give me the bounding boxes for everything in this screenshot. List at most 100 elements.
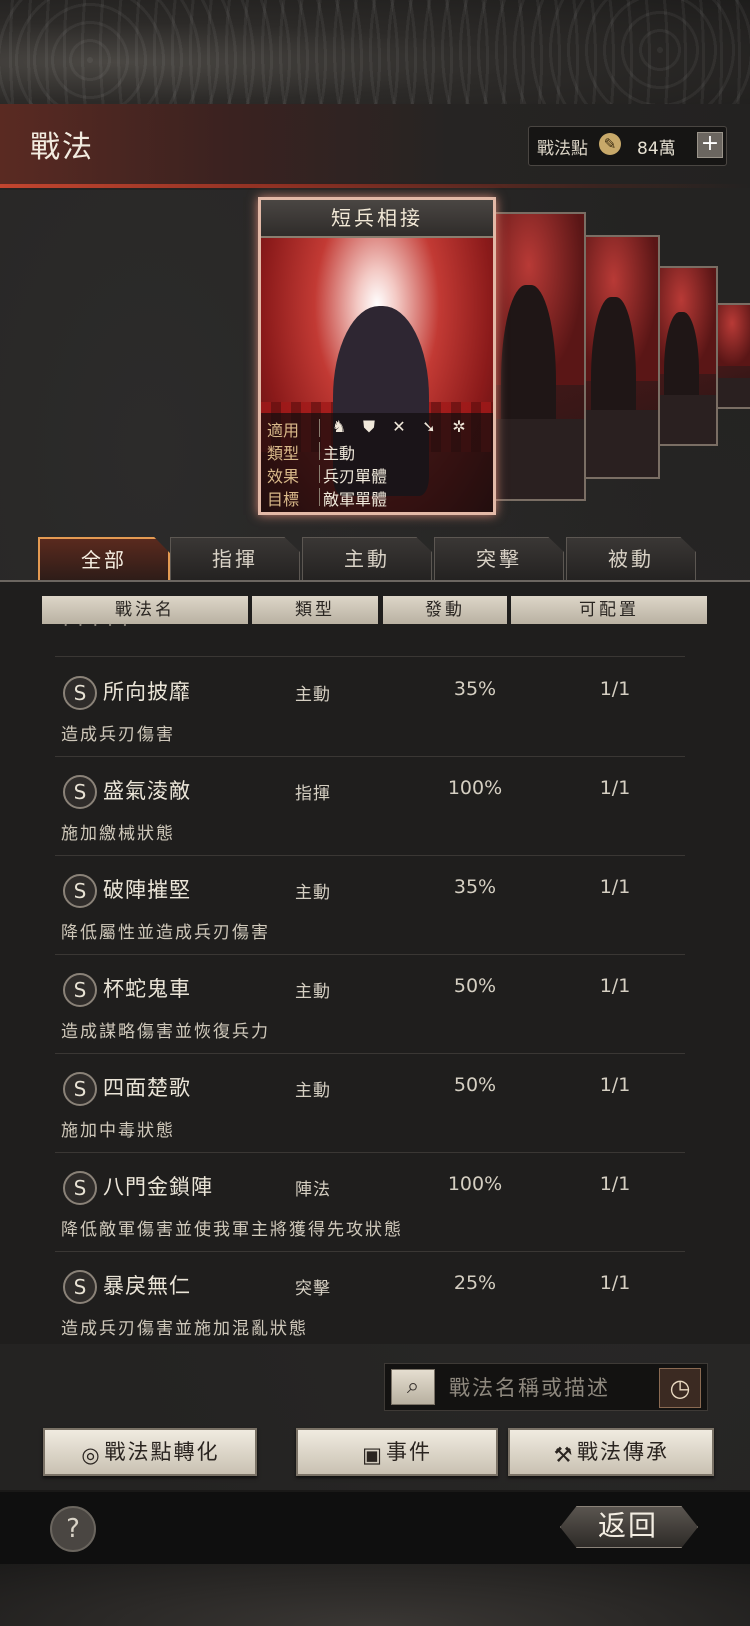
tactic-rate: 50% xyxy=(453,975,497,997)
search-icon[interactable]: ⌕ xyxy=(391,1369,435,1405)
spear-icon: ➘ xyxy=(422,417,436,436)
search-input[interactable] xyxy=(447,1370,647,1406)
card-preview-4[interactable] xyxy=(714,303,750,409)
card-title-bar: 短兵相接 xyxy=(261,200,493,238)
column-header-type[interactable]: 類型 xyxy=(252,596,378,624)
tactic-desc: 造成兵刃傷害並施加混亂狀態 xyxy=(61,1319,308,1339)
tactic-rate: 100% xyxy=(447,777,503,799)
list-item[interactable]: S 八門金鎖陣 陣法 100% 1/1 降低敵軍傷害並使我軍主將獲得先攻狀態 xyxy=(55,1155,685,1252)
tactic-slots: 1/1 xyxy=(599,1074,631,1096)
bottom-decor-band xyxy=(0,1564,750,1626)
tactic-desc: 施加繳械狀態 xyxy=(61,824,175,844)
tab-assault[interactable]: 突擊 xyxy=(434,537,564,580)
target-label: 目標 xyxy=(267,490,300,509)
grade-badge: S xyxy=(63,775,97,809)
card-preview-2[interactable] xyxy=(582,235,660,479)
tactic-name: 八門金鎖陣 xyxy=(103,1175,213,1199)
cavalry-icon: ♞ xyxy=(331,417,347,436)
tactic-name: 盛氣淩敵 xyxy=(103,779,191,803)
back-button[interactable]: 返回 xyxy=(560,1500,698,1554)
card-applicable-row: 適用 ♞ ⛊ ✕ ➘ ✲ xyxy=(267,417,466,440)
page-title: 戰法 xyxy=(30,130,94,165)
grade-badge: S xyxy=(63,973,97,1007)
inherit-button[interactable]: ⚒ 戰法傳承 xyxy=(508,1428,714,1476)
events-label: 事件 xyxy=(386,1440,432,1464)
tactic-name: 四面楚歌 xyxy=(103,1076,191,1100)
column-header-trigger[interactable]: 發動 xyxy=(383,596,507,624)
bow-icon: ✕ xyxy=(392,417,406,436)
card-info-panel: 適用 ♞ ⛊ ✕ ➘ ✲ 類型 主動 效果 兵刃單體 目標 敵軍單體 xyxy=(261,413,493,512)
tactic-type: 指揮 xyxy=(295,784,331,804)
tactic-name: 杯蛇鬼車 xyxy=(103,977,191,1001)
tactic-type: 陣法 xyxy=(295,1180,331,1200)
tactic-desc: 造成兵刃傷害 xyxy=(61,725,175,745)
convert-label: 戰法點轉化 xyxy=(104,1440,220,1464)
list-item[interactable]: S 四面楚歌 主動 50% 1/1 施加中毒狀態 xyxy=(55,1056,685,1153)
shield-icon: ⛊ xyxy=(362,417,375,436)
column-header-slots[interactable]: 可配置 xyxy=(511,596,707,624)
siege-wheel-icon: ✲ xyxy=(452,417,466,436)
tactic-type: 突擊 xyxy=(295,1279,331,1299)
tab-active[interactable]: 主動 xyxy=(302,537,432,580)
list-item[interactable]: S 破陣摧堅 主動 35% 1/1 降低屬性並造成兵刃傷害 xyxy=(55,858,685,955)
tactic-type: 主動 xyxy=(295,883,331,903)
tactic-type: 主動 xyxy=(295,685,331,705)
convert-points-button[interactable]: ◎ 戰法點轉化 xyxy=(43,1428,257,1476)
tactic-points-display: 戰法點 ✎ 84萬 + xyxy=(528,126,727,166)
card-name: 短兵相接 xyxy=(331,206,423,230)
tactic-rate: 35% xyxy=(453,876,497,898)
category-tabs: 全部 指揮 主動 突擊 被動 xyxy=(38,537,738,583)
points-value: 84萬 xyxy=(637,139,676,159)
scroll-icon: ▣ xyxy=(362,1443,384,1467)
grade-badge: S xyxy=(63,1270,97,1304)
card-effect-row: 效果 兵刃單體 xyxy=(267,463,387,486)
effect-label: 效果 xyxy=(267,467,300,486)
search-bar: ⌕ ◷ xyxy=(384,1363,708,1411)
list-item[interactable]: S 杯蛇鬼車 主動 50% 1/1 造成謀略傷害並恢復兵力 xyxy=(55,957,685,1054)
tactic-desc: 降低屬性並造成兵刃傷害 xyxy=(61,923,270,943)
tactic-name: 暴戾無仁 xyxy=(103,1274,191,1298)
tactic-slots: 1/1 xyxy=(599,876,631,898)
applicable-label: 適用 xyxy=(267,421,300,440)
events-button[interactable]: ▣事件 xyxy=(296,1428,498,1476)
grade-badge: S xyxy=(63,1171,97,1205)
tab-all[interactable]: 全部 xyxy=(38,537,170,583)
target-value: 敵軍單體 xyxy=(323,490,388,509)
card-target-row: 目標 敵軍單體 xyxy=(267,486,387,509)
add-points-button[interactable]: + xyxy=(697,132,723,158)
tactic-rate: 100% xyxy=(447,1173,503,1195)
card-preview-3[interactable] xyxy=(656,266,718,446)
tactic-slots: 1/1 xyxy=(599,1272,631,1294)
tab-passive[interactable]: 被動 xyxy=(566,537,696,580)
list-item[interactable]: S 暴戾無仁 突擊 25% 1/1 造成兵刃傷害並施加混亂狀態 xyxy=(55,1254,685,1344)
list-item[interactable]: S 所向披靡 主動 35% 1/1 造成兵刃傷害 xyxy=(55,660,685,757)
tactic-rate: 25% xyxy=(453,1272,497,1294)
tactic-name: 所向披靡 xyxy=(103,680,191,704)
top-decor-band xyxy=(0,0,750,104)
tactic-rate: 35% xyxy=(453,678,497,700)
grade-badge: S xyxy=(63,676,97,710)
tactic-desc: 造成謀略傷害並恢復兵力 xyxy=(61,1022,270,1042)
type-label: 類型 xyxy=(267,444,300,463)
type-value: 主動 xyxy=(323,444,356,463)
tactic-slots: 1/1 xyxy=(599,975,631,997)
featured-tactic-card[interactable]: 短兵相接 適用 ♞ ⛊ ✕ ➘ ✲ 類型 主動 效果 兵刃單體 目標 敵軍單體 xyxy=(258,197,496,515)
tab-command[interactable]: 指揮 xyxy=(170,537,300,580)
tactic-slots: 1/1 xyxy=(599,678,631,700)
tactics-list[interactable]: S 所向披靡 主動 35% 1/1 造成兵刃傷害 S 盛氣淩敵 指揮 100% … xyxy=(0,634,750,1344)
header-accent-line xyxy=(0,184,750,188)
tactic-type: 主動 xyxy=(295,1081,331,1101)
ink-brush-coin-icon: ✎ xyxy=(599,133,621,155)
back-label: 返回 xyxy=(597,1509,658,1542)
tactic-slots: 1/1 xyxy=(599,777,631,799)
tactic-slots: 1/1 xyxy=(599,1173,631,1195)
clock-icon[interactable]: ◷ xyxy=(659,1368,701,1408)
tactic-type: 主動 xyxy=(295,982,331,1002)
points-swirl-icon: ◎ xyxy=(81,1443,102,1467)
card-preview-1[interactable] xyxy=(490,212,586,501)
help-button[interactable]: ? xyxy=(50,1506,96,1552)
card-type-row: 類型 主動 xyxy=(267,440,355,463)
list-item[interactable]: S 盛氣淩敵 指揮 100% 1/1 施加繳械狀態 xyxy=(55,759,685,856)
tactic-desc: 降低敵軍傷害並使我軍主將獲得先攻狀態 xyxy=(61,1220,403,1240)
hammer-icon: ⚒ xyxy=(553,1443,575,1467)
